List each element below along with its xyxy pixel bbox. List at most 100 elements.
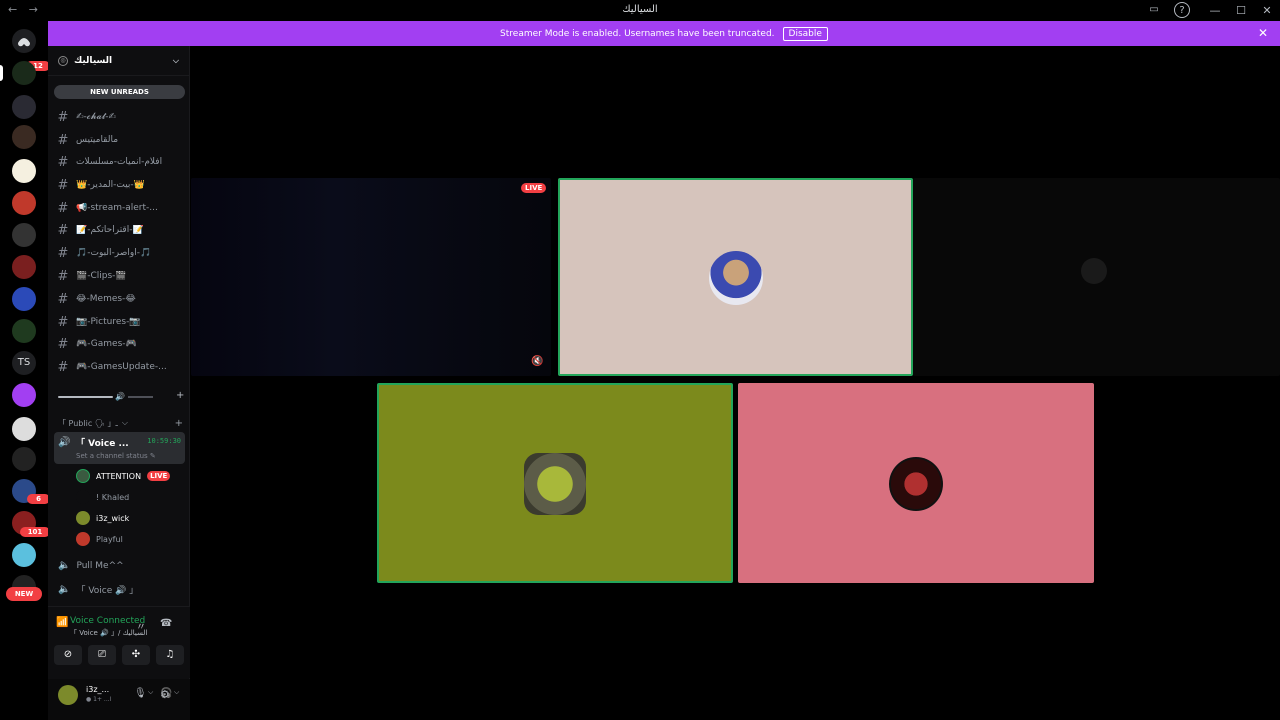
avatar [1081,258,1107,284]
soundboard-button[interactable]: ♫ [156,645,184,665]
channel-item[interactable]: # 🎮-Games-🎮 [54,334,185,354]
server-icon[interactable] [12,223,36,247]
avatar [76,511,90,525]
maximize-button[interactable]: ☐ [1228,4,1254,17]
chevron-down-icon: ⌵ [172,55,179,65]
voice-member[interactable]: Playful [76,530,186,548]
server-list: 12 TS 6 101 NEW [0,21,50,720]
channel-item[interactable]: # 🎬-Clips-🎬 [54,266,185,286]
stream-preview[interactable] [913,178,1280,376]
channel-item[interactable]: # 😂-Memes-😂 [54,289,185,309]
server-icon[interactable] [12,255,36,279]
new-unreads-pill[interactable]: NEW UNREADS [54,85,185,99]
channel-status[interactable]: Set a channel status ✎ [76,452,156,460]
title-bar: ← → السياليك ▭ ? — ☐ ✕ [0,0,1280,21]
home-icon[interactable] [12,29,36,53]
server-icon[interactable] [12,417,36,441]
voice-channel[interactable]: 🔈 「 Voice 🔊 」 [58,583,138,596]
server-icon[interactable] [12,191,36,215]
add-channel-icon[interactable]: + [175,418,183,429]
new-badge: NEW [6,587,42,601]
speaker-icon: 🔈 [58,560,71,571]
voice-member[interactable]: ! Khaled [76,488,186,506]
server-icon[interactable] [12,447,36,471]
voice-member[interactable]: i3z_wick [76,509,186,527]
server-icon[interactable] [12,159,36,183]
username[interactable]: i3z_... [86,685,109,694]
chevron-down-icon[interactable]: ⌵ [148,688,153,697]
channel-item[interactable]: # 👑-بيت-المدير-👑 [54,175,185,195]
guild-name: السياليك [74,55,113,66]
channel-item[interactable]: # أفلام-انميات-مسلسلات [54,152,185,172]
chevron-down-icon: ⌵ [121,418,128,427]
microphone-icon[interactable]: 🎙 [134,688,147,699]
server-badge: 101 [20,527,50,537]
guild-header[interactable]: ◎ السياليك ⌵ [48,46,189,76]
server-icon[interactable] [12,287,36,311]
disconnect-icon[interactable]: ☎ [160,618,172,629]
avatar [76,532,90,546]
avatar [889,457,943,511]
voice-channel-name: 「 Voice ... [76,439,129,449]
avatar [76,490,90,504]
user-status: ● ا... +1 [86,696,112,703]
video-tile[interactable] [377,383,733,583]
screen-share-button[interactable]: ⎚ [88,645,116,665]
streamer-mode-banner: Streamer Mode is enabled. Usernames have… [48,21,1280,46]
speaker-icon: 🔈 [58,584,71,595]
add-icon[interactable]: + [176,390,184,401]
voice-connected-panel: 📶 Voice Connected 「 Voice 🔊 」/ السياليك … [48,606,190,678]
voice-connected-title[interactable]: Voice Connected [70,616,145,626]
activities-button[interactable]: ✣ [122,645,150,665]
muted-speaker-icon[interactable]: 🔇 [531,356,543,367]
selected-pill [0,65,3,81]
channel-item[interactable]: # 📝-اقتراحاتكم-📝 [54,220,185,240]
signal-icon[interactable]: 📶 [56,617,68,628]
speaker-icon: 🔊 [58,437,71,448]
server-icon[interactable] [12,95,36,119]
noise-suppression-icon[interactable]: 〃 [136,618,146,633]
hash-icon: # [57,268,69,284]
server-icon[interactable] [12,383,36,407]
camera-button[interactable]: ⊘ [54,645,82,665]
hash-icon: # [57,222,69,238]
minimize-button[interactable]: — [1202,4,1228,17]
channel-item[interactable]: # 📢-stream-alert-... [54,198,185,218]
disable-button[interactable]: Disable [782,26,828,41]
ts-server-icon[interactable]: TS [12,351,36,375]
hash-icon: # [57,200,69,216]
voice-channel-active[interactable]: 🔊 「 Voice ... 10:59:30 Set a channel sta… [54,432,185,464]
server-icon[interactable] [12,543,36,567]
volume-slider[interactable]: 🔊 + [58,390,184,402]
chevron-down-icon[interactable]: ⌵ [174,688,179,697]
settings-icon[interactable]: ⚙ [160,688,170,701]
video-tile[interactable] [558,178,913,376]
close-icon[interactable]: ✕ [1258,26,1268,40]
close-window-button[interactable]: ✕ [1254,4,1280,17]
video-tile[interactable] [738,383,1094,583]
server-icon[interactable] [12,125,36,149]
hash-icon: # [57,359,69,375]
channel-item[interactable]: # 📷-Pictures-📷 [54,312,185,332]
category-header[interactable]: 「 Public 🗣 」ـ ⌵ + [58,418,183,429]
hash-icon: # [57,132,69,148]
channel-item[interactable]: # 🎮-GamesUpdate-... [54,357,185,377]
inbox-icon[interactable]: ▭ [1146,2,1162,18]
help-icon[interactable]: ? [1174,2,1190,18]
channel-item[interactable]: # مالقاميتيس [54,130,185,150]
stream-preview[interactable] [191,178,551,376]
guild-badge-icon: ◎ [58,55,68,66]
voice-channel[interactable]: 🔈 Pull Me^^ [58,560,124,571]
avatar [76,469,90,483]
server-icon[interactable] [12,319,36,343]
avatar[interactable] [58,685,78,705]
hash-icon: # [57,336,69,352]
hash-icon: # [57,245,69,261]
live-badge: LIVE [147,471,171,481]
server-icon[interactable] [12,61,36,85]
channel-item[interactable]: # 🎵-اواصر-البوت-🎵 [54,243,185,263]
channel-item[interactable]: # ✍-𝓬𝓱𝓪𝓽-✍ [54,107,185,127]
hash-icon: # [57,154,69,170]
voice-member[interactable]: ATTENTION LIVE [76,467,186,485]
voice-stage: LIVE 🔇 [191,46,1280,720]
